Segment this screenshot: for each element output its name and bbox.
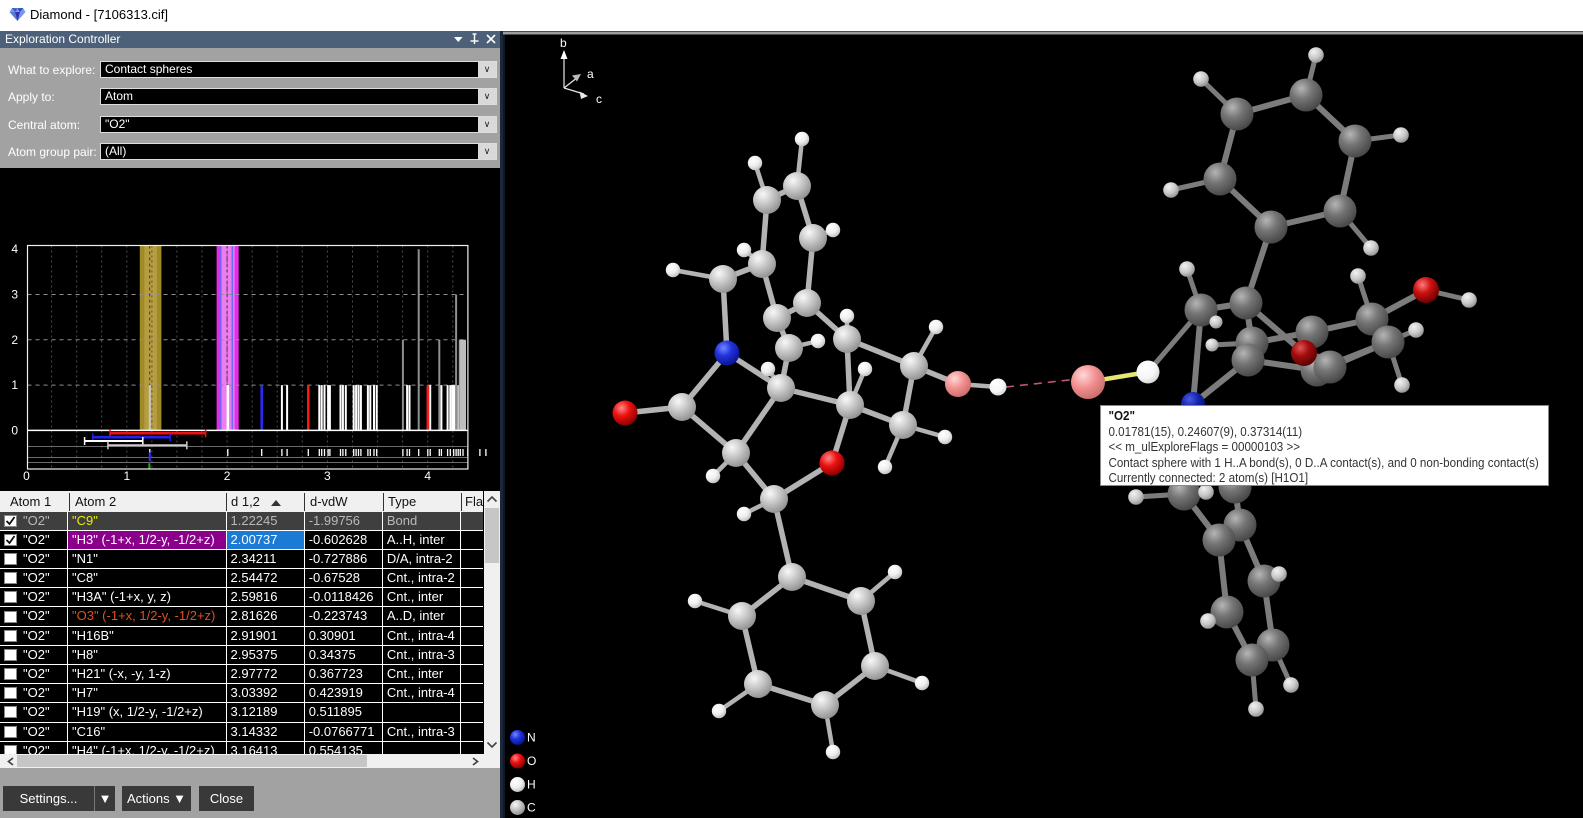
svg-text:0: 0 <box>11 423 18 437</box>
svg-text:3: 3 <box>324 469 331 483</box>
svg-text:C: C <box>527 801 536 815</box>
svg-text:1: 1 <box>123 469 130 483</box>
svg-text:a: a <box>587 67 594 81</box>
svg-text:b: b <box>560 36 567 50</box>
svg-text:0: 0 <box>23 469 30 483</box>
svg-text:1: 1 <box>11 378 18 392</box>
svg-text:O: O <box>527 754 536 768</box>
svg-text:4: 4 <box>11 242 18 256</box>
svg-text:N: N <box>527 731 536 745</box>
svg-text:H: H <box>527 778 536 792</box>
svg-text:2: 2 <box>224 469 231 483</box>
svg-text:3: 3 <box>11 288 18 302</box>
svg-text:4: 4 <box>424 469 431 483</box>
svg-text:2: 2 <box>11 333 18 347</box>
svg-text:c: c <box>596 92 602 106</box>
